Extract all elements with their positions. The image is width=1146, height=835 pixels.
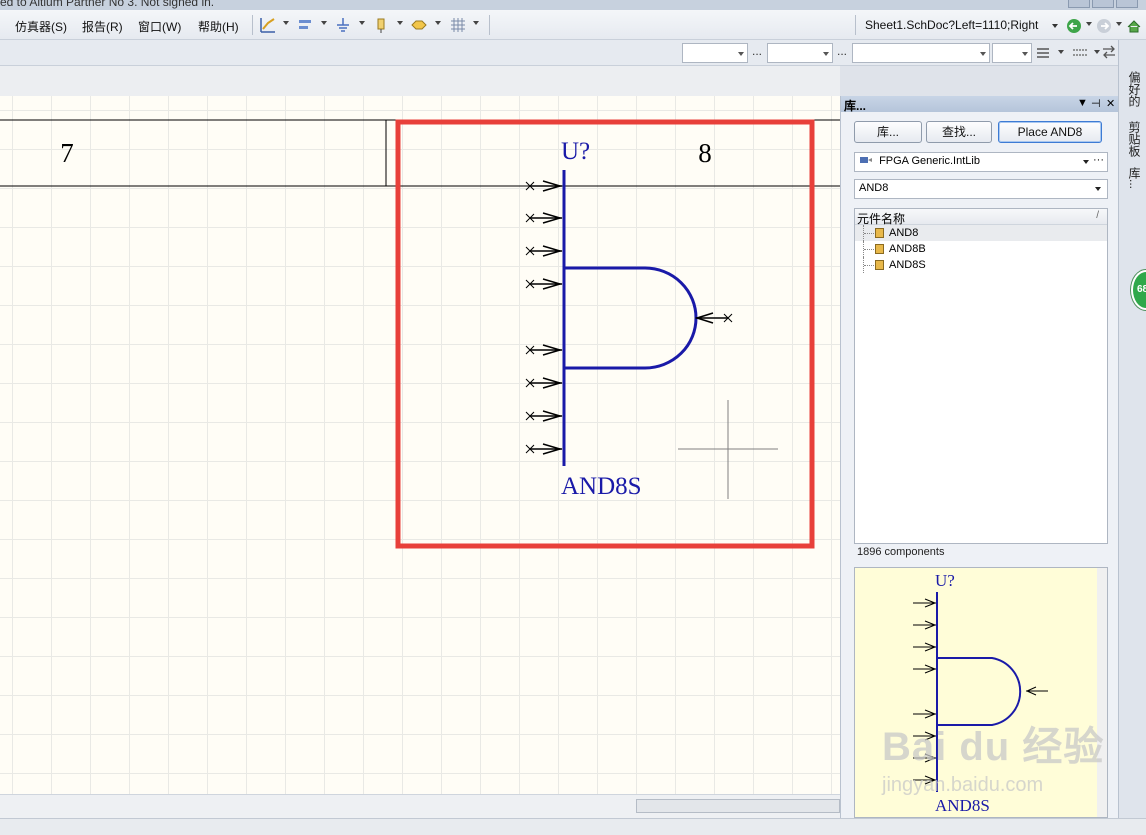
status-bar: [0, 818, 1146, 835]
library-panel-titlebar: 库... ▼ ⊣ ✕: [841, 96, 1119, 113]
sheet-location-text: Sheet1.SchDoc?Left=1110;Right: [865, 18, 1039, 32]
chevron-down-icon[interactable]: [435, 21, 441, 25]
chevron-down-icon[interactable]: [1094, 50, 1100, 54]
schematic-drawing: 7 8 U? AND8S: [0, 119, 840, 549]
crosshair-cursor: [678, 400, 778, 499]
library-panel-title: 库...: [844, 99, 867, 113]
column-component-name: 元件名称: [857, 212, 906, 226]
panel-menu-icon[interactable]: ▼: [1077, 97, 1088, 109]
forward-arrow-icon[interactable]: [1096, 18, 1112, 34]
chevron-down-icon[interactable]: [397, 21, 403, 25]
library-select-value: FPGA Generic.IntLib: [879, 155, 980, 167]
library-select[interactable]: FPGA Generic.IntLib ···: [854, 152, 1108, 172]
list-item[interactable]: AND8B: [855, 241, 1107, 257]
close-icon[interactable]: ✕: [1106, 97, 1115, 110]
component-name-label: AND8S: [561, 473, 642, 500]
tab-favorites[interactable]: 偏好的: [1123, 68, 1143, 110]
tab-clipboard[interactable]: 剪贴板: [1123, 118, 1143, 160]
minimize-icon[interactable]: [1068, 0, 1090, 8]
back-arrow-icon[interactable]: [1066, 18, 1082, 34]
horizontal-scrollbar[interactable]: [0, 794, 840, 818]
sheet-location-combo[interactable]: Sheet1.SchDoc?Left=1110;Right: [862, 16, 1060, 36]
schematic-canvas[interactable]: 7 8 U? AND8S: [0, 96, 840, 794]
swap-direction-icon[interactable]: [1101, 44, 1117, 60]
chevron-down-icon[interactable]: [1052, 24, 1058, 28]
chevron-down-icon[interactable]: [321, 21, 327, 25]
chevron-down-icon[interactable]: [359, 21, 365, 25]
window-controls: [1068, 0, 1138, 8]
line-style-icon[interactable]: [1036, 46, 1052, 60]
ellipsis-icon[interactable]: ...: [752, 44, 762, 58]
port-tool-icon[interactable]: [410, 16, 428, 34]
document-tab-area: [0, 66, 840, 96]
ground-power-icon[interactable]: [334, 16, 352, 34]
size-combo[interactable]: [767, 43, 833, 63]
dash-style-icon[interactable]: [1072, 46, 1090, 60]
chevron-down-icon[interactable]: [283, 21, 289, 25]
toolbar-separator: [855, 15, 856, 35]
signin-status-text: ed to Altium Partner No 3. Not signed in…: [0, 0, 215, 9]
toolbar-separator: [489, 15, 490, 35]
toolbar-separator: [252, 15, 253, 35]
component-icon: [875, 260, 884, 270]
menu-bar: 仿真器(S) 报告(R) 窗口(W) 帮助(H) Sheet1.SchDoc?L…: [0, 10, 1146, 40]
more-options-icon[interactable]: ···: [1093, 154, 1104, 166]
style-combo[interactable]: [852, 43, 990, 63]
input-pins: [525, 180, 563, 455]
and8s-component[interactable]: U? AND8S: [525, 138, 733, 500]
component-icon: [875, 244, 884, 254]
component-list[interactable]: 元件名称 / AND8 AND8B AND8S: [854, 208, 1108, 544]
zone-label-8: 8: [698, 138, 712, 168]
filter-input-value: AND8: [859, 182, 889, 194]
chevron-down-icon[interactable]: [1095, 187, 1101, 191]
component-icon: [875, 228, 884, 238]
chevron-down-icon[interactable]: [1086, 22, 1092, 26]
grid-tool-icon[interactable]: [449, 16, 467, 34]
part-tool-icon[interactable]: [372, 16, 390, 34]
output-pin: [694, 312, 733, 324]
place-component-button[interactable]: Place AND8: [998, 121, 1102, 143]
library-icon: [860, 157, 872, 163]
list-item[interactable]: AND8: [855, 225, 1107, 241]
scrollbar-thumb[interactable]: [636, 799, 840, 813]
wire-tool-icon[interactable]: [259, 16, 277, 34]
menu-help[interactable]: 帮助(H): [198, 18, 239, 35]
font-combo[interactable]: [682, 43, 748, 63]
preview-designator: U?: [935, 571, 955, 590]
chevron-down-icon[interactable]: [1116, 22, 1122, 26]
bus-tool-icon[interactable]: [297, 16, 315, 34]
menu-simulator[interactable]: 仿真器(S): [15, 18, 67, 35]
zone-label-7: 7: [60, 138, 74, 168]
docked-panel-tabs: 偏好的 剪贴板 库...: [1118, 40, 1146, 818]
restore-icon[interactable]: [1092, 0, 1114, 8]
chevron-down-icon[interactable]: [1058, 50, 1064, 54]
menu-window[interactable]: 窗口(W): [138, 18, 181, 35]
pin-icon[interactable]: ⊣: [1091, 97, 1101, 110]
chevron-down-icon[interactable]: [473, 21, 479, 25]
chevron-down-icon[interactable]: [1083, 160, 1089, 164]
watermark-logo: Bai du 经验 jingyan.baidu.com: [882, 725, 1105, 796]
list-item[interactable]: AND8S: [855, 257, 1107, 273]
width-combo[interactable]: [992, 43, 1032, 63]
close-window-icon[interactable]: [1116, 0, 1138, 8]
component-list-header[interactable]: 元件名称 /: [855, 209, 1107, 226]
sort-icon[interactable]: /: [1096, 210, 1099, 221]
filter-input[interactable]: AND8: [854, 179, 1108, 199]
search-button[interactable]: 查找...: [926, 121, 992, 143]
menu-reports[interactable]: 报告(R): [82, 18, 123, 35]
home-icon[interactable]: [1126, 18, 1142, 34]
title-status-strip: ed to Altium Partner No 3. Not signed in…: [0, 0, 1146, 10]
library-panel: 库... ▼ ⊣ ✕ 库... 查找... Place AND8 FPGA Ge…: [840, 96, 1119, 818]
ellipsis-icon[interactable]: ...: [837, 44, 847, 58]
formatting-toolbar: ... ...: [0, 40, 1118, 66]
component-count: 1896 components: [857, 546, 945, 558]
libraries-button[interactable]: 库...: [854, 121, 922, 143]
designator-label: U?: [561, 138, 590, 165]
tab-libraries[interactable]: 库...: [1123, 164, 1143, 192]
